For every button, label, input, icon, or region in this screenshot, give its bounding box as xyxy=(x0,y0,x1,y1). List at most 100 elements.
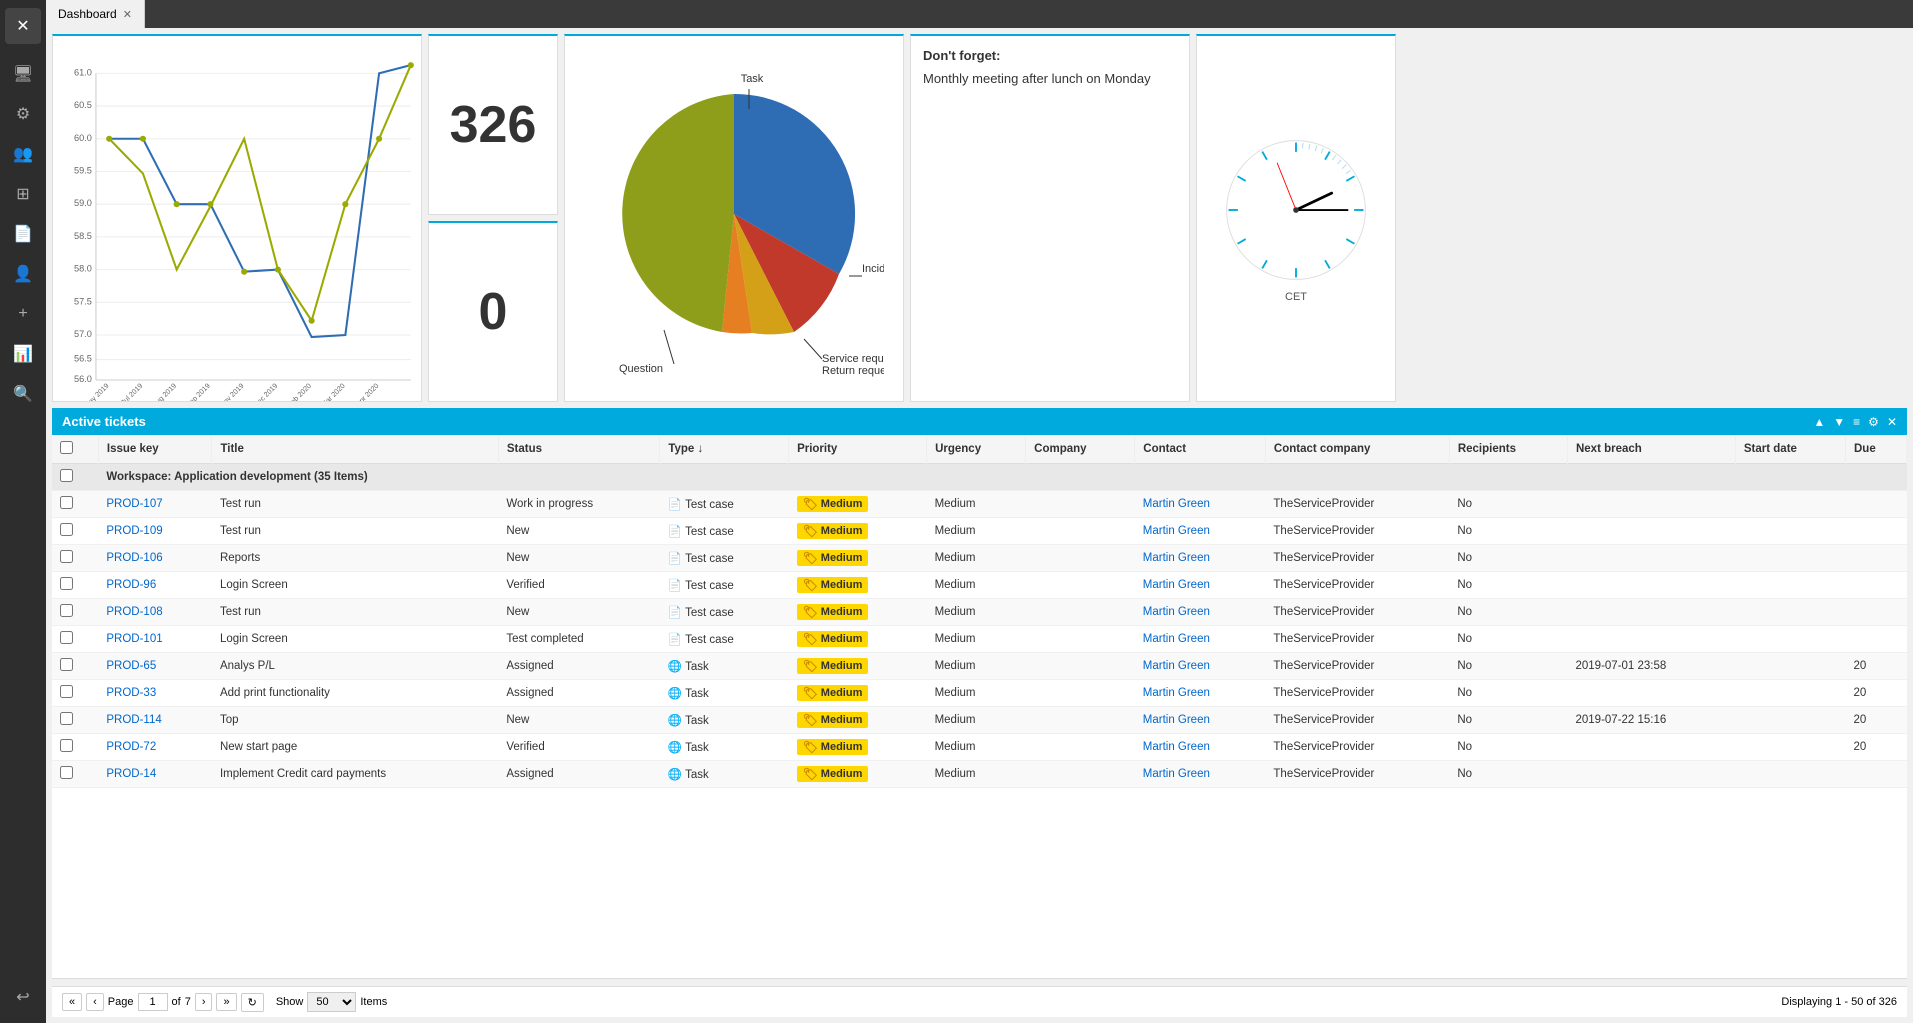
row-checkbox-cell[interactable] xyxy=(52,734,98,761)
select-all-checkbox[interactable] xyxy=(60,441,73,454)
row-checkbox[interactable] xyxy=(60,712,73,725)
row-checkbox-cell[interactable] xyxy=(52,680,98,707)
tab-close-icon[interactable]: ✕ xyxy=(123,8,132,21)
next-page-btn[interactable]: › xyxy=(195,993,213,1011)
row-checkbox[interactable] xyxy=(60,496,73,509)
monitor-icon[interactable]: 🖥 xyxy=(5,56,41,92)
row-type: 🌐 Task xyxy=(660,653,789,680)
of-label: of xyxy=(172,996,181,1008)
col-title[interactable]: Title xyxy=(212,435,498,464)
issue-key-link[interactable]: PROD-108 xyxy=(106,606,162,618)
logout-icon[interactable]: ↩ xyxy=(5,979,41,1015)
users-icon[interactable]: 👥 xyxy=(5,136,41,172)
contact-link[interactable]: Martin Green xyxy=(1143,714,1210,726)
person-icon[interactable]: 👤 xyxy=(5,256,41,292)
row-contact-company: TheServiceProvider xyxy=(1265,572,1449,599)
issue-key-link[interactable]: PROD-109 xyxy=(106,525,162,537)
logo-icon[interactable]: ✕ xyxy=(5,8,41,44)
col-start-date[interactable]: Start date xyxy=(1735,435,1845,464)
col-company[interactable]: Company xyxy=(1026,435,1135,464)
tab-dashboard[interactable]: Dashboard ✕ xyxy=(46,0,145,28)
filter-icon[interactable]: ▼ xyxy=(1833,415,1845,429)
search-icon[interactable]: 🔍 xyxy=(5,376,41,412)
workspace-checkbox-cell[interactable] xyxy=(52,464,98,491)
row-contact: Martin Green xyxy=(1135,518,1266,545)
plus-icon[interactable]: + xyxy=(5,296,41,332)
col-issue-key[interactable]: Issue key xyxy=(98,435,212,464)
issue-key-link[interactable]: PROD-96 xyxy=(106,579,156,591)
row-next-breach xyxy=(1567,599,1735,626)
issue-key-link[interactable]: PROD-14 xyxy=(106,768,156,780)
row-checkbox-cell[interactable] xyxy=(52,626,98,653)
columns-icon[interactable]: ≡ xyxy=(1853,415,1860,429)
col-next-breach[interactable]: Next breach xyxy=(1567,435,1735,464)
row-checkbox-cell[interactable] xyxy=(52,761,98,788)
issue-key-link[interactable]: PROD-65 xyxy=(106,660,156,672)
col-contact[interactable]: Contact xyxy=(1135,435,1266,464)
close-tickets-icon[interactable]: ✕ xyxy=(1887,415,1897,429)
issue-key-link[interactable]: PROD-107 xyxy=(106,498,162,510)
row-checkbox-cell[interactable] xyxy=(52,707,98,734)
show-select[interactable]: 50 25 100 xyxy=(307,992,356,1012)
contact-link[interactable]: Martin Green xyxy=(1143,552,1210,564)
col-urgency[interactable]: Urgency xyxy=(927,435,1026,464)
col-priority[interactable]: Priority xyxy=(789,435,927,464)
table-header-row: Issue key Title Status Type ↓ Priority U… xyxy=(52,435,1907,464)
row-checkbox[interactable] xyxy=(60,550,73,563)
col-type[interactable]: Type ↓ xyxy=(660,435,789,464)
first-page-btn[interactable]: « xyxy=(62,993,82,1011)
row-status: Assigned xyxy=(498,761,659,788)
contact-link[interactable]: Martin Green xyxy=(1143,741,1210,753)
grid-icon[interactable]: ⊞ xyxy=(5,176,41,212)
refresh-btn[interactable]: ↻ xyxy=(241,993,264,1012)
row-checkbox-cell[interactable] xyxy=(52,491,98,518)
row-checkbox[interactable] xyxy=(60,577,73,590)
horizontal-scrollbar[interactable] xyxy=(52,978,1907,986)
issue-key-link[interactable]: PROD-106 xyxy=(106,552,162,564)
issue-key-link[interactable]: PROD-33 xyxy=(106,687,156,699)
contact-link[interactable]: Martin Green xyxy=(1143,606,1210,618)
col-contact-company[interactable]: Contact company xyxy=(1265,435,1449,464)
contact-link[interactable]: Martin Green xyxy=(1143,687,1210,699)
issue-key-link[interactable]: PROD-101 xyxy=(106,633,162,645)
col-status[interactable]: Status xyxy=(498,435,659,464)
row-checkbox[interactable] xyxy=(60,766,73,779)
sort-asc-icon[interactable]: ▲ xyxy=(1813,415,1825,429)
row-checkbox-cell[interactable] xyxy=(52,572,98,599)
contact-link[interactable]: Martin Green xyxy=(1143,525,1210,537)
row-checkbox[interactable] xyxy=(60,604,73,617)
row-checkbox-cell[interactable] xyxy=(52,599,98,626)
last-page-btn[interactable]: » xyxy=(216,993,236,1011)
contact-link[interactable]: Martin Green xyxy=(1143,660,1210,672)
contact-link[interactable]: Martin Green xyxy=(1143,633,1210,645)
row-checkbox[interactable] xyxy=(60,523,73,536)
table-row: PROD-65 Analys P/L Assigned 🌐 Task 🏷 Med… xyxy=(52,653,1907,680)
row-checkbox-cell[interactable] xyxy=(52,518,98,545)
contact-link[interactable]: Martin Green xyxy=(1143,498,1210,510)
row-urgency: Medium xyxy=(927,599,1026,626)
issue-key-link[interactable]: PROD-114 xyxy=(106,714,161,726)
row-checkbox-cell[interactable] xyxy=(52,653,98,680)
contact-link[interactable]: Martin Green xyxy=(1143,768,1210,780)
gear-icon[interactable]: ⚙ xyxy=(5,96,41,132)
col-due[interactable]: Due xyxy=(1846,435,1907,464)
row-start-date xyxy=(1735,761,1845,788)
workspace-checkbox[interactable] xyxy=(60,469,73,482)
svg-text:23 Dec 2019: 23 Dec 2019 xyxy=(245,382,279,401)
contact-link[interactable]: Martin Green xyxy=(1143,579,1210,591)
row-checkbox-cell[interactable] xyxy=(52,545,98,572)
col-recipients[interactable]: Recipients xyxy=(1449,435,1567,464)
settings-icon[interactable]: ⚙ xyxy=(1868,415,1879,429)
row-contact: Martin Green xyxy=(1135,491,1266,518)
chart-icon[interactable]: 📊 xyxy=(5,336,41,372)
row-checkbox[interactable] xyxy=(60,685,73,698)
row-checkbox[interactable] xyxy=(60,739,73,752)
prev-page-btn[interactable]: ‹ xyxy=(86,993,104,1011)
col-checkbox[interactable] xyxy=(52,435,98,464)
row-priority: 🏷 Medium xyxy=(789,572,927,599)
document-icon[interactable]: 📄 xyxy=(5,216,41,252)
row-checkbox[interactable] xyxy=(60,631,73,644)
page-input[interactable] xyxy=(138,993,168,1011)
row-checkbox[interactable] xyxy=(60,658,73,671)
issue-key-link[interactable]: PROD-72 xyxy=(106,741,156,753)
